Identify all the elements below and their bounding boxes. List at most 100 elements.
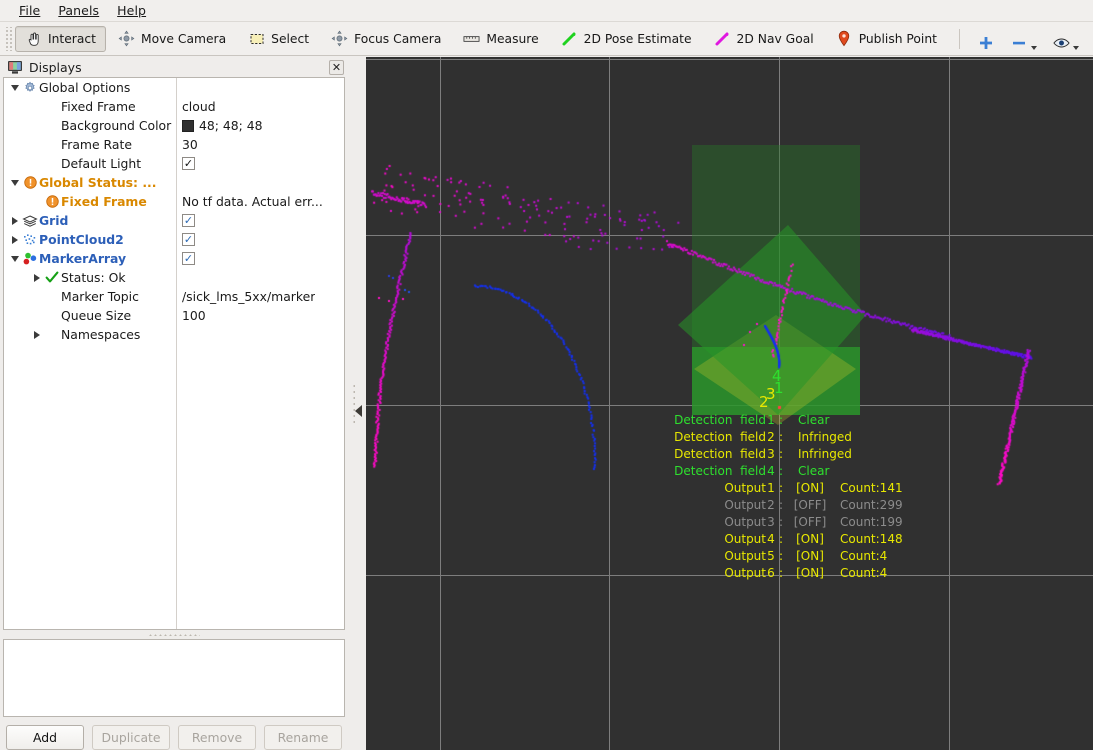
tool-2d-pose-estimate-label: 2D Pose Estimate: [583, 31, 692, 46]
tree-row-global-status[interactable]: Global Status: ...: [4, 173, 344, 192]
output-count: Count:299: [840, 497, 903, 512]
remove-tool-button[interactable]: [1003, 26, 1045, 52]
detection-field-status: Clear: [798, 463, 830, 478]
collapse-arrow-icon[interactable]: [8, 84, 21, 91]
tree-column-splitter[interactable]: [176, 78, 177, 629]
tree-row-default-light[interactable]: Default Light ✓: [4, 154, 344, 173]
tool-2d-nav-goal[interactable]: 2D Nav Goal: [704, 26, 824, 52]
monitor-icon: [6, 59, 23, 76]
tree-row-grid[interactable]: Grid ✓: [4, 211, 344, 230]
tool-publish-point[interactable]: Publish Point: [826, 26, 947, 52]
render-view-3d[interactable]: 1 2 3 4 Detection field 1: Clear Detection …: [366, 57, 1093, 750]
tree-row-label: Fixed Frame: [61, 99, 136, 115]
detection-field-row: Detection field 3: Infringed: [656, 445, 903, 462]
output-state: [OFF]: [793, 514, 827, 529]
panel-splitter[interactable]: [0, 630, 348, 639]
close-icon[interactable]: ✕: [329, 59, 344, 75]
menu-bar: File Panels Help: [0, 0, 1093, 22]
enable-checkbox[interactable]: ✓: [182, 233, 195, 247]
tree-row-label: Background Color: [61, 118, 172, 134]
tool-select[interactable]: Select: [238, 26, 319, 52]
tree-row-background-color[interactable]: Background Color 48; 48; 48: [4, 116, 344, 135]
output-state: [ON]: [796, 565, 824, 580]
tool-move-camera[interactable]: Move Camera: [108, 26, 236, 52]
output-count: Count:4: [840, 565, 888, 580]
tool-bar: Interact Move Camera Select Focus Camera: [0, 22, 1093, 56]
tree-row-queue-size[interactable]: Queue Size 100: [4, 306, 344, 325]
tree-row-markerarray[interactable]: MarkerArray ✓: [4, 249, 344, 268]
tree-row-value[interactable]: cloud: [176, 99, 216, 114]
eye-icon: [1053, 35, 1070, 52]
tree-row-value[interactable]: No tf data. Actual err...: [176, 194, 323, 209]
tree-row-namespaces[interactable]: Namespaces: [4, 325, 344, 344]
tree-row-value[interactable]: ✓: [176, 157, 195, 171]
menu-help[interactable]: Help: [108, 1, 155, 20]
detection-field-separator: :: [778, 412, 784, 427]
expand-arrow-icon[interactable]: [30, 330, 43, 339]
tree-row-name: Frame Rate: [4, 137, 176, 152]
tree-row-fixed-frame[interactable]: Fixed Frame cloud: [4, 97, 344, 116]
tree-row-name: Global Status: ...: [4, 175, 176, 190]
minus-icon: [1011, 35, 1028, 52]
tree-row-fixed-frame[interactable]: Fixed Frame No tf data. Actual err...: [4, 192, 344, 211]
enable-checkbox[interactable]: ✓: [182, 214, 195, 228]
expand-arrow-icon[interactable]: [8, 235, 21, 244]
tree-row-frame-rate[interactable]: Frame Rate 30: [4, 135, 344, 154]
tool-interact[interactable]: Interact: [15, 25, 106, 52]
chevron-down-icon: [1030, 45, 1037, 50]
tree-row-name: Default Light: [4, 156, 176, 171]
tree-row-status-ok[interactable]: Status: Ok: [4, 268, 344, 287]
tree-row-value[interactable]: 48; 48; 48: [176, 118, 263, 133]
color-swatch[interactable]: [182, 119, 194, 132]
rviz-window: File Panels Help Interact Move Camera Se…: [0, 0, 1093, 750]
tool-2d-pose-estimate[interactable]: 2D Pose Estimate: [551, 26, 702, 52]
detection-field-label: Detection field: [674, 429, 766, 444]
expand-arrow-icon[interactable]: [30, 273, 43, 282]
menu-file[interactable]: File: [10, 1, 49, 20]
rename-button[interactable]: Rename: [264, 724, 342, 750]
tree-row-name: Background Color: [4, 118, 176, 133]
enable-checkbox[interactable]: ✓: [182, 252, 195, 266]
tree-row-label: Frame Rate: [61, 137, 132, 153]
tool-interact-label: Interact: [48, 31, 96, 46]
tree-row-value[interactable]: 100: [176, 308, 206, 323]
tree-row-value[interactable]: ✓: [176, 233, 195, 247]
dock-collapse-handle[interactable]: [348, 57, 366, 750]
tool-focus-camera[interactable]: Focus Camera: [321, 26, 451, 52]
tree-row-value[interactable]: ✓: [176, 252, 195, 266]
tree-row-label: Fixed Frame: [61, 194, 147, 210]
tree-row-global-options[interactable]: Global Options: [4, 78, 344, 97]
green-arrow-icon: [561, 30, 578, 47]
collapse-arrow-icon: [355, 405, 362, 417]
tree-row-value[interactable]: ✓: [176, 214, 195, 228]
collapse-arrow-icon[interactable]: [8, 255, 21, 262]
tree-row-name: PointCloud2: [4, 232, 176, 247]
menu-panels[interactable]: Panels: [49, 1, 108, 20]
tree-row-value[interactable]: 30: [176, 137, 198, 152]
chevron-down-icon: [1072, 45, 1079, 50]
remove-button[interactable]: Remove: [178, 724, 256, 750]
tree-row-name: Fixed Frame: [4, 99, 176, 114]
displays-tree[interactable]: Global Options Fixed Frame cloud Background…: [3, 77, 345, 630]
enable-checkbox[interactable]: ✓: [182, 157, 195, 171]
tool-measure[interactable]: Measure: [453, 26, 548, 52]
pointcloud-icon: [21, 233, 39, 247]
tree-row-marker-topic[interactable]: Marker Topic/sick_lms_5xx/marker: [4, 287, 344, 306]
expand-arrow-icon[interactable]: [8, 216, 21, 225]
tree-value-text: 30: [182, 137, 198, 153]
focus-camera-icon: [331, 30, 348, 47]
visibility-button[interactable]: [1045, 26, 1087, 52]
add-button[interactable]: Add: [6, 724, 84, 750]
status-overlay: Detection field 1: Clear Detection field 2: I…: [656, 411, 903, 581]
tree-row-pointcloud2[interactable]: PointCloud2 ✓: [4, 230, 344, 249]
output-state: [ON]: [796, 531, 824, 546]
plus-icon: [978, 35, 995, 52]
collapse-arrow-icon[interactable]: [8, 179, 21, 186]
add-tool-button[interactable]: [970, 26, 1003, 52]
tool-measure-label: Measure: [486, 31, 539, 46]
tree-row-label: Marker Topic: [61, 289, 139, 305]
toolbar-grip[interactable]: [4, 26, 12, 51]
duplicate-button[interactable]: Duplicate: [92, 724, 170, 750]
tree-row-value[interactable]: /sick_lms_5xx/marker: [176, 289, 315, 304]
detection-field-index: 1: [767, 412, 775, 427]
